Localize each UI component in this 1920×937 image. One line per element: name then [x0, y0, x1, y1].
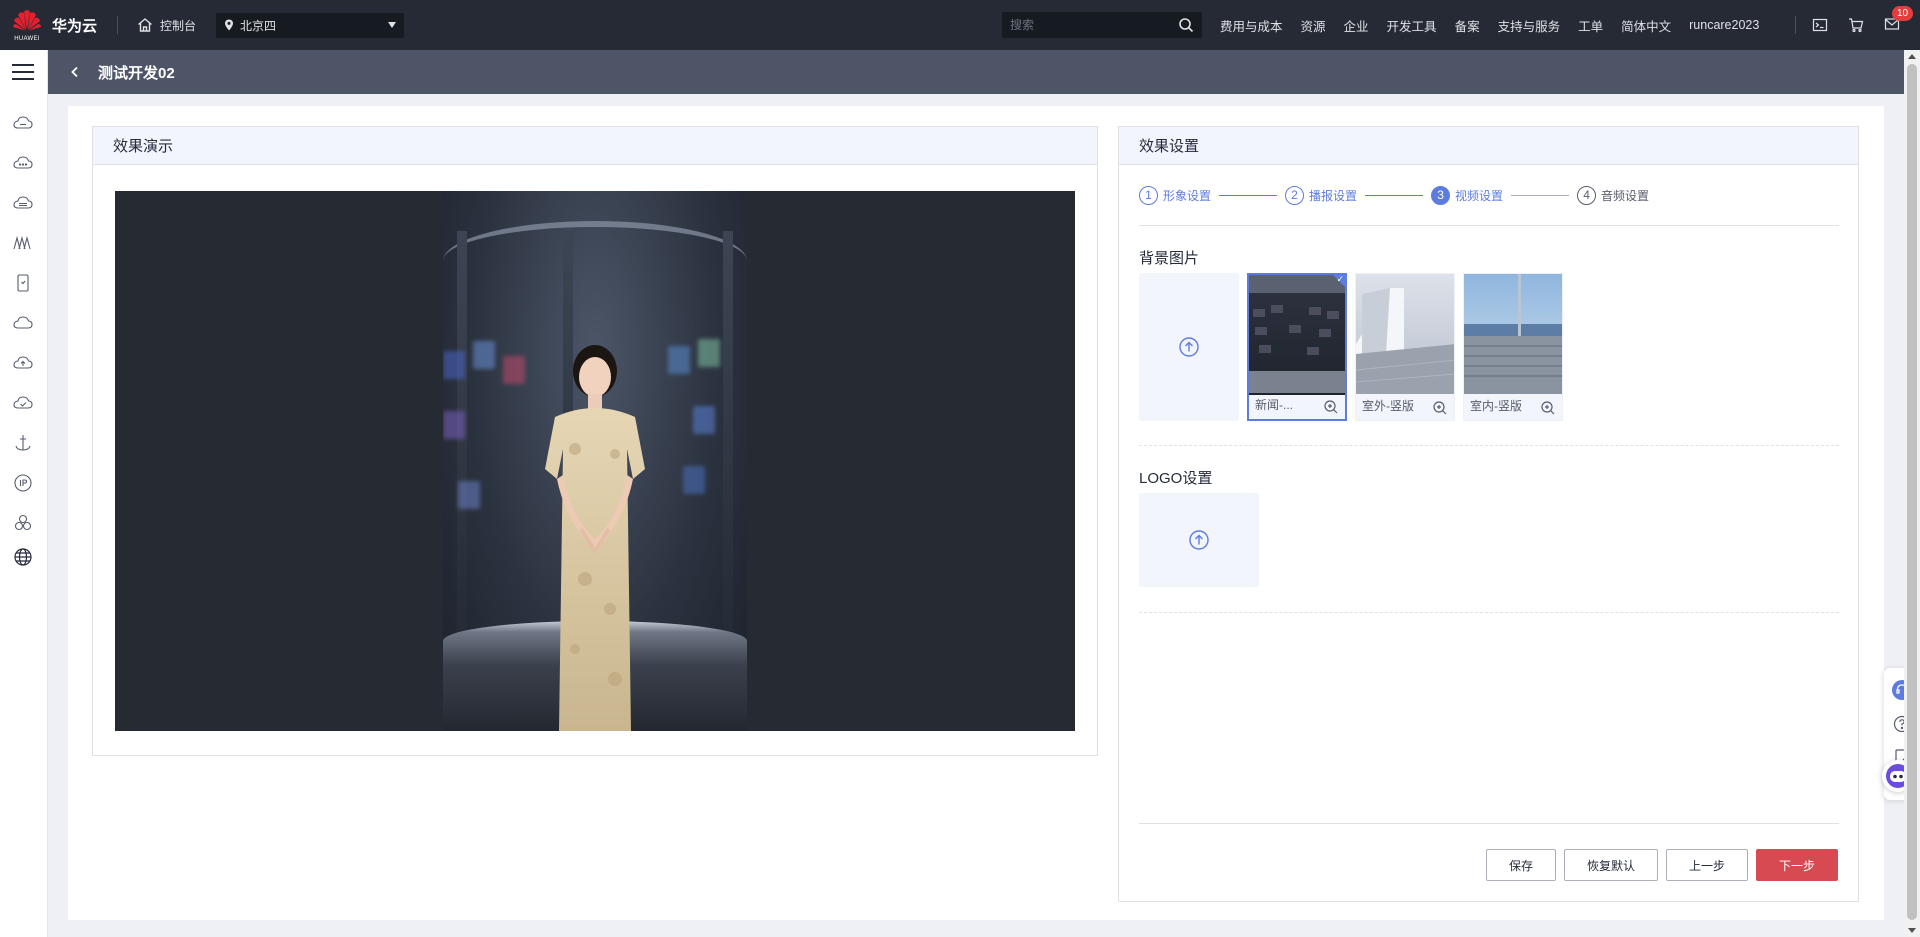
- cloud-upload-icon[interactable]: [12, 352, 34, 374]
- action-buttons: 保存 恢复默认 上一步 下一步: [1485, 849, 1838, 881]
- top-bar: HUAWEI 华为云 控制台 北京四 费用与成本 资源 企业 开发工具 备案 支…: [0, 0, 1920, 50]
- search-input[interactable]: [1010, 18, 1178, 32]
- step-avatar-settings[interactable]: 1 形象设置: [1139, 185, 1211, 205]
- mobile-device-icon[interactable]: [12, 272, 34, 294]
- huawei-flower-icon: HUAWEI: [12, 8, 42, 42]
- top-icons: 10: [1795, 0, 1914, 50]
- upload-icon: [1179, 337, 1199, 357]
- thumb-caption: 新闻-...: [1255, 398, 1293, 412]
- globe-icon[interactable]: [12, 546, 34, 568]
- main-content: 效果演示 效果设置 1 形象设置 2 播报设置 3 视频设置 4 音频设置 背景…: [68, 106, 1884, 920]
- messages-button[interactable]: 10: [1884, 5, 1914, 35]
- cart-icon[interactable]: [1848, 17, 1864, 33]
- nav-icp-filing[interactable]: 备案: [1455, 16, 1480, 35]
- nav-enterprise[interactable]: 企业: [1344, 16, 1369, 35]
- ip-address-icon[interactable]: [12, 472, 34, 494]
- scroll-down-arrow[interactable]: [1908, 928, 1916, 933]
- preview-panel-title: 效果演示: [93, 127, 1097, 165]
- search-box[interactable]: [1002, 12, 1202, 38]
- back-button[interactable]: [64, 61, 86, 83]
- outdoor-thumbnail: [1356, 274, 1454, 394]
- anchor-icon[interactable]: [12, 432, 34, 454]
- settings-panel: 效果设置 1 形象设置 2 播报设置 3 视频设置 4 音频设置 背景图片 ✓ …: [1118, 126, 1859, 902]
- step-broadcast-settings[interactable]: 2 播报设置: [1285, 185, 1357, 205]
- upload-icon: [1189, 530, 1209, 550]
- page-title: 测试开发02: [98, 64, 175, 82]
- step-connector: [1219, 194, 1278, 196]
- nav-support[interactable]: 支持与服务: [1498, 16, 1561, 35]
- search-icon[interactable]: [1178, 17, 1194, 33]
- huawei-logo[interactable]: HUAWEI 华为云: [0, 0, 97, 50]
- background-thumb-outdoor[interactable]: 室外-竖版: [1355, 273, 1455, 421]
- brand-name: 华为云: [52, 17, 98, 35]
- save-button[interactable]: 保存: [1485, 849, 1556, 881]
- background-thumb-news[interactable]: ✓ 新闻-...: [1247, 273, 1347, 421]
- scrollbar-thumb[interactable]: [1907, 64, 1917, 920]
- cluster-icon[interactable]: [12, 512, 34, 534]
- nav-tickets[interactable]: 工单: [1578, 16, 1603, 35]
- check-icon: ✓: [1336, 274, 1344, 284]
- divider: [1139, 445, 1839, 446]
- settings-panel-title: 效果设置: [1119, 127, 1858, 165]
- cloud-server-icon[interactable]: [12, 112, 34, 134]
- nav-resources[interactable]: 资源: [1301, 16, 1326, 35]
- chevron-left-icon: [71, 66, 78, 78]
- mail-badge: 10: [1892, 5, 1914, 21]
- logo-settings-title: LOGO设置: [1139, 470, 1213, 487]
- step-progress: 1 形象设置 2 播报设置 3 视频设置 4 音频设置: [1139, 185, 1839, 205]
- divider: [1139, 225, 1839, 226]
- menu-icon[interactable]: [12, 64, 34, 82]
- nav-account[interactable]: runcare2023: [1689, 18, 1759, 32]
- step-audio-settings[interactable]: 4 音频设置: [1577, 185, 1649, 205]
- indoor-thumbnail: [1464, 274, 1562, 394]
- chevron-down-icon: [388, 22, 397, 28]
- step-video-settings[interactable]: 3 视频设置: [1431, 185, 1503, 205]
- news-studio-thumbnail: [1249, 275, 1345, 395]
- left-rail: [0, 50, 48, 937]
- step-connector: [1365, 194, 1424, 196]
- region-label: 北京四: [240, 18, 277, 33]
- nav-dev-tools[interactable]: 开发工具: [1387, 16, 1437, 35]
- studio-background-image: [443, 191, 747, 731]
- location-pin-icon: [225, 19, 234, 31]
- video-preview: [115, 191, 1075, 731]
- background-upload-button[interactable]: [1139, 273, 1239, 421]
- cloud-check-icon[interactable]: [12, 392, 34, 414]
- ai-model-icon[interactable]: [12, 232, 34, 254]
- preview-panel: 效果演示: [92, 126, 1098, 756]
- background-image-title: 背景图片: [1139, 250, 1200, 267]
- nav-language[interactable]: 简体中文: [1621, 16, 1671, 35]
- zoom-in-icon[interactable]: [1432, 400, 1448, 416]
- cloud-dots-icon[interactable]: [12, 152, 34, 174]
- logo-upload-button[interactable]: [1139, 493, 1259, 587]
- cloud-icon[interactable]: [12, 312, 34, 334]
- previous-step-button[interactable]: 上一步: [1665, 849, 1748, 881]
- page-header: 测试开发02: [48, 50, 1904, 94]
- digital-presenter-figure: [545, 345, 645, 731]
- cloud-storage-icon[interactable]: [12, 192, 34, 214]
- thumb-caption: 室外-竖版: [1362, 399, 1414, 413]
- next-step-button[interactable]: 下一步: [1755, 849, 1838, 881]
- divider: [117, 16, 119, 34]
- step-connector: [1511, 194, 1570, 196]
- thumb-caption: 室内-竖版: [1470, 399, 1522, 413]
- terminal-icon[interactable]: [1812, 17, 1828, 33]
- vertical-scrollbar[interactable]: [1904, 50, 1920, 937]
- region-select[interactable]: 北京四: [216, 12, 405, 38]
- scroll-up-arrow[interactable]: [1908, 54, 1916, 59]
- console-label: 控制台: [160, 18, 197, 33]
- zoom-in-icon[interactable]: [1323, 399, 1339, 415]
- background-thumb-indoor[interactable]: 室内-竖版: [1463, 273, 1563, 421]
- top-nav: 费用与成本 资源 企业 开发工具 备案 支持与服务 工单 简体中文 runcar…: [1220, 0, 1759, 50]
- zoom-in-icon[interactable]: [1540, 400, 1556, 416]
- console-link[interactable]: 控制台: [136, 16, 196, 34]
- nav-billing[interactable]: 费用与成本: [1220, 16, 1283, 35]
- divider: [1139, 612, 1839, 613]
- divider: [1139, 823, 1839, 824]
- divider: [1795, 16, 1796, 34]
- home-icon: [138, 18, 152, 32]
- reset-default-button[interactable]: 恢复默认: [1563, 849, 1658, 881]
